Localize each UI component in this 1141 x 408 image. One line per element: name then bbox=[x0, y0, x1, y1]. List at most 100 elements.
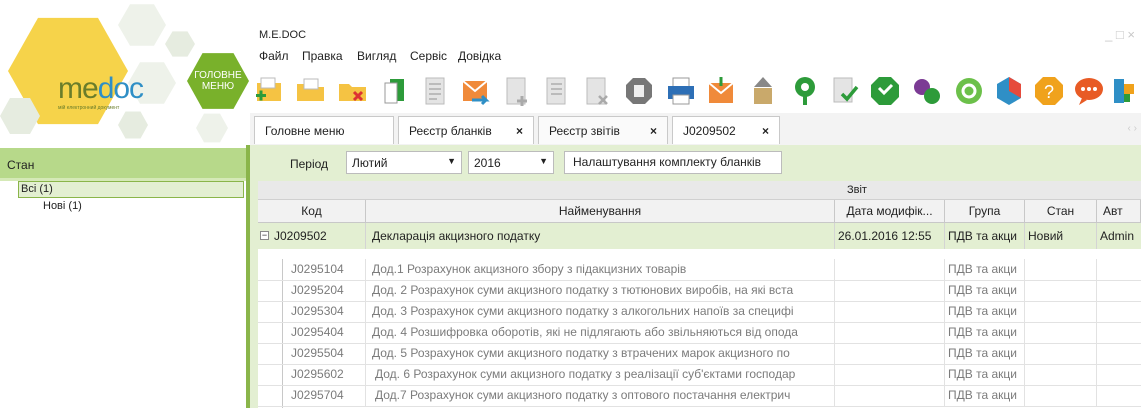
cell-name: Дод.7 Розрахунок суми акцизного податку … bbox=[366, 385, 835, 406]
cell-code: J0295504 bbox=[288, 343, 366, 364]
cell-code: J0295204 bbox=[288, 280, 366, 301]
window-controls[interactable]: _ □ × bbox=[1105, 27, 1135, 42]
copy-document-icon[interactable] bbox=[378, 74, 412, 108]
table-row[interactable]: J0295404 Дод. 4 Розшифровка оборотів, як… bbox=[258, 322, 1141, 344]
receive-envelope-icon[interactable] bbox=[704, 74, 738, 108]
cell-name: Дод.1 Розрахунок акцизного збору з підак… bbox=[366, 259, 835, 280]
year-select-value: 2016 bbox=[474, 156, 501, 170]
table-row[interactable]: J0295104 Дод.1 Розрахунок акцизного збор… bbox=[258, 259, 1141, 281]
table-row[interactable]: J0295204 Дод. 2 Розрахунок суми акцизног… bbox=[258, 280, 1141, 302]
tree-item-all[interactable]: Всі (1) bbox=[18, 181, 244, 198]
edit-document-icon[interactable] bbox=[540, 74, 574, 108]
menu-edit[interactable]: Правка bbox=[302, 49, 343, 63]
collapse-toggle[interactable]: − bbox=[260, 231, 269, 240]
svg-text:?: ? bbox=[1044, 82, 1054, 102]
column-header-code[interactable]: Код bbox=[258, 200, 366, 222]
new-report-icon[interactable] bbox=[253, 74, 287, 108]
cell-code: J0295704 bbox=[288, 385, 366, 406]
cell-group: ПДВ та акци bbox=[945, 364, 1025, 385]
main-menu-tile[interactable]: ГОЛОВНЕ МЕНЮ bbox=[187, 53, 249, 109]
cell-date bbox=[835, 259, 945, 280]
tab-main-menu[interactable]: Головне меню bbox=[254, 116, 394, 144]
reports-grid: Звіт Код Найменування Дата модифік... Гр… bbox=[250, 181, 1141, 408]
table-row[interactable]: J0295504 Дод. 5 Розрахунок суми акцизног… bbox=[258, 343, 1141, 365]
close-icon[interactable]: × bbox=[516, 117, 523, 145]
tab-j0209502[interactable]: J0209502 × bbox=[672, 116, 780, 144]
tab-forms-registry[interactable]: Реєстр бланків × bbox=[398, 116, 534, 144]
cell-status bbox=[1025, 364, 1097, 385]
group-icon[interactable] bbox=[910, 74, 944, 108]
table-row[interactable]: J0295304 Дод. 3 Розрахунок суми акцизног… bbox=[258, 301, 1141, 323]
open-folder-icon[interactable] bbox=[294, 74, 328, 108]
menu-help[interactable]: Довідка bbox=[458, 49, 501, 63]
cell-code: J0295602 bbox=[288, 364, 366, 385]
menu-view[interactable]: Вигляд bbox=[357, 49, 396, 63]
document-list-icon[interactable] bbox=[418, 74, 452, 108]
cell-date bbox=[835, 322, 945, 343]
tab-label: Головне меню bbox=[265, 124, 345, 138]
delete-folder-icon[interactable] bbox=[336, 74, 370, 108]
column-header-name[interactable]: Найменування bbox=[366, 200, 835, 222]
table-row[interactable]: − J0209502 Декларація акцизного податку … bbox=[258, 223, 1141, 250]
cell-date bbox=[835, 343, 945, 364]
logo-area: medoc мій електронний документ ГОЛОВНЕ М… bbox=[0, 0, 250, 145]
forms-set-settings-button[interactable]: Налаштування комплекту бланків bbox=[564, 151, 782, 174]
send-envelope-icon[interactable] bbox=[458, 74, 492, 108]
settings-puzzle-icon[interactable] bbox=[992, 74, 1026, 108]
tab-scroll-arrows[interactable]: ‹ › bbox=[1128, 123, 1137, 134]
network-icon[interactable] bbox=[1110, 74, 1141, 108]
cell-date bbox=[835, 280, 945, 301]
print-icon[interactable] bbox=[664, 74, 698, 108]
chat-icon[interactable] bbox=[1072, 74, 1106, 108]
cell-code: J0295404 bbox=[288, 322, 366, 343]
medoc-logo: medoc bbox=[58, 72, 144, 105]
menu-service[interactable]: Сервіс bbox=[410, 49, 447, 63]
column-header-author[interactable]: Авт bbox=[1097, 200, 1141, 222]
close-icon[interactable]: × bbox=[650, 117, 657, 145]
grid-group-header: Звіт bbox=[258, 181, 1141, 200]
tree-item-new[interactable]: Нові (1) bbox=[43, 200, 82, 212]
cell-code: J0295304 bbox=[288, 301, 366, 322]
add-document-icon[interactable] bbox=[500, 74, 534, 108]
refresh-icon[interactable] bbox=[952, 74, 986, 108]
cell-group: ПДВ та акци bbox=[945, 259, 1025, 280]
logo-tagline: мій електронний документ bbox=[58, 105, 120, 111]
grid-group-title: Звіт bbox=[847, 184, 867, 196]
cell-name: Декларація акцизного податку bbox=[366, 223, 835, 249]
title-bar: M.E.DOC _ □ × bbox=[250, 25, 1141, 46]
cell-date bbox=[835, 364, 945, 385]
menu-file[interactable]: Файл bbox=[259, 49, 289, 63]
check-document-icon[interactable] bbox=[828, 74, 862, 108]
cell-status: Новий bbox=[1025, 223, 1097, 249]
year-select[interactable]: 2016 ▼ bbox=[468, 151, 554, 174]
column-header-date[interactable]: Дата модифік... bbox=[835, 200, 945, 222]
cell-group: ПДВ та акци bbox=[945, 301, 1025, 322]
cell-group: ПДВ та акци bbox=[945, 343, 1025, 364]
table-row[interactable]: J0295704 Дод.7 Розрахунок суми акцизного… bbox=[258, 385, 1141, 407]
grid-gutter bbox=[250, 181, 258, 408]
status-panel-header: Стан bbox=[0, 148, 250, 178]
tab-label: Реєстр бланків bbox=[409, 124, 492, 138]
dropdown-arrow-icon: ▼ bbox=[539, 156, 548, 166]
logo-hex-decor bbox=[118, 4, 166, 46]
sign-key-icon[interactable] bbox=[788, 74, 822, 108]
archive-icon[interactable] bbox=[622, 74, 656, 108]
shield-icon[interactable] bbox=[868, 74, 902, 108]
close-icon[interactable]: × bbox=[762, 117, 769, 145]
upload-icon[interactable] bbox=[746, 74, 780, 108]
remove-document-icon[interactable] bbox=[580, 74, 614, 108]
tab-reports-registry[interactable]: Реєстр звітів × bbox=[538, 116, 668, 144]
column-header-status[interactable]: Стан bbox=[1025, 200, 1097, 222]
column-header-group[interactable]: Група bbox=[945, 200, 1025, 222]
help-icon[interactable]: ? bbox=[1032, 74, 1066, 108]
month-select-value: Лютий bbox=[352, 156, 388, 170]
app-title: M.E.DOC bbox=[259, 29, 307, 41]
filter-bar: Період Лютий ▼ 2016 ▼ Налаштування компл… bbox=[250, 145, 1141, 181]
month-select[interactable]: Лютий ▼ bbox=[346, 151, 462, 174]
cell-status bbox=[1025, 385, 1097, 406]
cell-status bbox=[1025, 280, 1097, 301]
cell-date bbox=[835, 301, 945, 322]
logo-doc-text: doc bbox=[97, 72, 144, 105]
table-row[interactable]: J0295602 Дод. 6 Розрахунок суми акцизног… bbox=[258, 364, 1141, 386]
tab-label: J0209502 bbox=[683, 124, 736, 138]
